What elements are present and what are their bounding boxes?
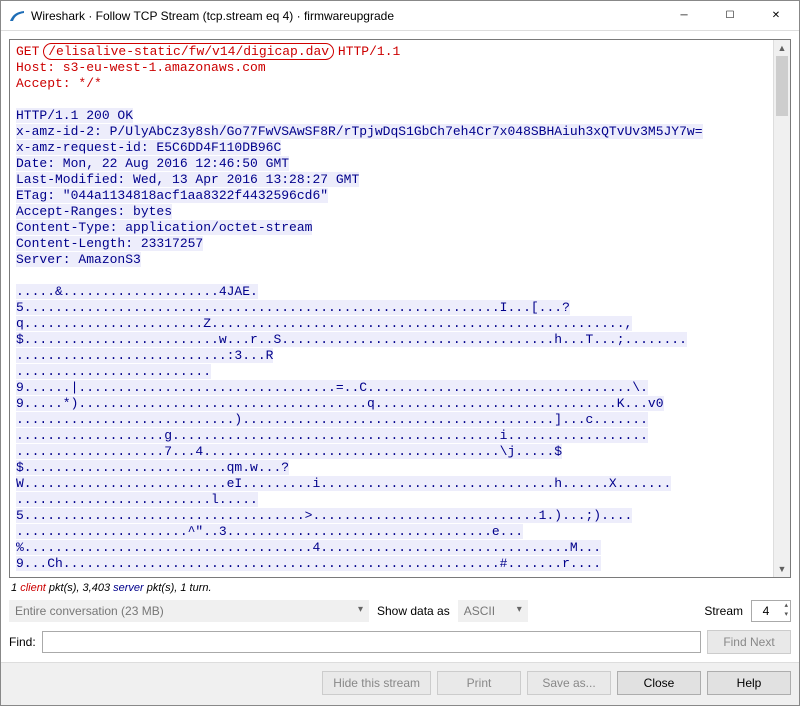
bottom-button-row: Hide this stream Print Save as... Close …: [1, 662, 799, 705]
print-button[interactable]: Print: [437, 671, 521, 695]
show-data-label: Show data as: [377, 604, 450, 618]
binary-line: ...........................:3...R: [16, 348, 273, 363]
binary-line: q.......................Z...............…: [16, 316, 632, 331]
resp-amz-reqid: x-amz-request-id: E5C6DD4F110DB96C: [16, 140, 281, 155]
find-label: Find:: [9, 635, 36, 649]
binary-line: 9.....*)................................…: [16, 396, 664, 411]
close-window-button[interactable]: ✕: [753, 1, 799, 30]
binary-line: 9......|................................…: [16, 380, 648, 395]
stream-text-box: GET /elisalive-static/fw/v14/digicap.dav…: [9, 39, 791, 578]
maximize-button[interactable]: ☐: [707, 1, 753, 30]
scroll-thumb[interactable]: [776, 56, 788, 116]
http-method: GET: [16, 44, 39, 59]
http-host: Host: s3-eu-west-1.amazonaws.com: [16, 60, 266, 75]
binary-line: .....&....................4JAE.: [16, 284, 258, 299]
find-input[interactable]: [42, 631, 701, 653]
binary-line: ...................7...4................…: [16, 444, 562, 459]
conversation-value: Entire conversation (23 MB): [15, 604, 164, 618]
resp-ctype: Content-Type: application/octet-stream: [16, 220, 312, 235]
resp-ranges: Accept-Ranges: bytes: [16, 204, 172, 219]
help-button[interactable]: Help: [707, 671, 791, 695]
binary-line: %.....................................4.…: [16, 540, 601, 555]
stream-value: 4: [763, 604, 770, 618]
scroll-up-icon[interactable]: ▲: [774, 40, 790, 56]
binary-line: ............................)...........…: [16, 412, 648, 427]
stream-text[interactable]: GET /elisalive-static/fw/v14/digicap.dav…: [10, 40, 773, 577]
scroll-down-icon[interactable]: ▼: [774, 561, 790, 577]
resp-etag: ETag: "044a1134818acf1aa8322f4432596cd6": [16, 188, 328, 203]
resp-amz-id2: x-amz-id-2: P/UlyAbCz3y8sh/Go77FwVSAwSF8…: [16, 124, 703, 139]
window-title: Wireshark · Follow TCP Stream (tcp.strea…: [31, 9, 661, 23]
hide-stream-button[interactable]: Hide this stream: [322, 671, 431, 695]
resp-lastmod: Last-Modified: Wed, 13 Apr 2016 13:28:27…: [16, 172, 359, 187]
show-data-combo[interactable]: ASCII: [458, 600, 528, 622]
vertical-scrollbar[interactable]: ▲ ▼: [773, 40, 790, 577]
resp-clen: Content-Length: 23317257: [16, 236, 203, 251]
packet-summary: 1 client pkt(s), 3,403 server pkt(s), 1 …: [9, 578, 791, 600]
binary-line: ...................g....................…: [16, 428, 648, 443]
resp-server: Server: AmazonS3: [16, 252, 141, 267]
binary-line: .........................: [16, 364, 211, 379]
binary-line: 5....................................>..…: [16, 508, 632, 523]
binary-line: 5.......................................…: [16, 300, 570, 315]
wireshark-fin-icon: [9, 8, 25, 24]
binary-line: $.........................w...r..S......…: [16, 332, 687, 347]
http-path-highlight: /elisalive-static/fw/v14/digicap.dav: [43, 43, 334, 60]
find-row: Find: Find Next: [9, 628, 791, 662]
conversation-combo[interactable]: Entire conversation (23 MB): [9, 600, 369, 622]
close-button[interactable]: Close: [617, 671, 701, 695]
resp-status: HTTP/1.1 200 OK: [16, 108, 133, 123]
save-as-button[interactable]: Save as...: [527, 671, 611, 695]
stream-spinner[interactable]: 4: [751, 600, 791, 622]
titlebar: Wireshark · Follow TCP Stream (tcp.strea…: [1, 1, 799, 31]
find-next-button[interactable]: Find Next: [707, 630, 791, 654]
content-area: GET /elisalive-static/fw/v14/digicap.dav…: [1, 31, 799, 662]
window-buttons: ─ ☐ ✕: [661, 1, 799, 30]
binary-line: 9...Ch..................................…: [16, 556, 601, 571]
stream-label: Stream: [704, 604, 743, 618]
binary-line: ......................^"..3.............…: [16, 524, 523, 539]
binary-line: $..........................qm.w...?: [16, 460, 289, 475]
show-data-value: ASCII: [464, 604, 495, 618]
http-version: HTTP/1.1: [338, 44, 400, 59]
binary-line: W..........................eI.........i.…: [16, 476, 671, 491]
controls-row: Entire conversation (23 MB) Show data as…: [9, 600, 791, 628]
resp-date: Date: Mon, 22 Aug 2016 12:46:50 GMT: [16, 156, 289, 171]
binary-line: .........................l.....: [16, 492, 258, 507]
http-accept: Accept: */*: [16, 76, 102, 91]
minimize-button[interactable]: ─: [661, 1, 707, 30]
